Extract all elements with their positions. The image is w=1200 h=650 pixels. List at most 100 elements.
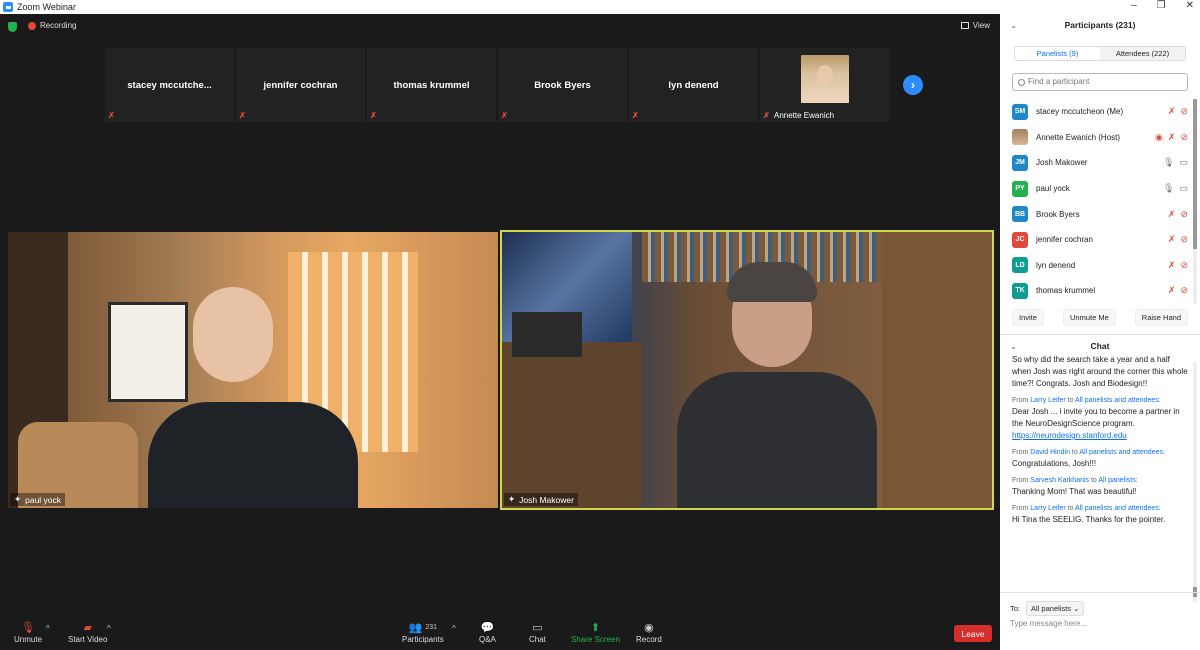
participant-row[interactable]: JC jennifer cochran ✗ ⊘: [1012, 227, 1188, 253]
participants-scrollbar[interactable]: [1193, 99, 1197, 304]
next-page-button[interactable]: ›: [903, 75, 923, 95]
wood-cabinet: [882, 232, 992, 508]
participants-count: 231: [425, 623, 438, 631]
chat-message-input[interactable]: Type message here...: [1010, 619, 1087, 628]
chat-button[interactable]: ▭ Chat: [529, 621, 546, 645]
gallery-tile[interactable]: stacey mccutche... ✗: [105, 48, 234, 122]
gallery-tile[interactable]: jennifer cochran ✗: [236, 48, 365, 122]
unmute-options-caret[interactable]: ^: [46, 624, 50, 633]
video-off-icon: ⊘: [1180, 285, 1188, 296]
grid-view-icon: [960, 22, 969, 29]
mic-muted-icon: ✗: [632, 111, 639, 120]
video-options-caret[interactable]: ^: [107, 624, 111, 633]
person-body: [148, 402, 358, 508]
avatar: [1012, 129, 1028, 146]
chat-recipient: All panelists and attendees:: [1075, 397, 1161, 404]
qa-button[interactable]: 💬 Q&A: [479, 621, 496, 645]
gallery-tile-name: thomas krummel: [393, 79, 470, 91]
gallery-strip: stacey mccutche... ✗ jennifer cochran ✗ …: [105, 48, 889, 122]
tab-panelists[interactable]: Panelists (9): [1015, 47, 1100, 60]
gallery-tile[interactable]: ✗ Annette Ewanich: [760, 48, 889, 122]
leave-button[interactable]: Leave: [954, 625, 992, 642]
qa-icon: 💬: [480, 621, 495, 634]
mic-muted-icon: ✗: [1167, 131, 1176, 142]
maximize-icon[interactable]: ❐: [1157, 0, 1166, 11]
participant-name: Josh Makower: [1036, 158, 1088, 168]
participants-button[interactable]: 👥 231 Participants: [402, 621, 444, 645]
video-off-icon: ⊘: [1180, 131, 1188, 142]
chat-message: From Larry Leifer to All panelists and a…: [1012, 396, 1190, 442]
participant-row[interactable]: LD lyn denend ✗ ⊘: [1012, 253, 1188, 279]
participant-row[interactable]: SM stacey mccutcheon (Me) ✗ ⊘: [1012, 99, 1188, 125]
participant-row[interactable]: Annette Ewanich (Host) ◉ ✗ ⊘: [1012, 125, 1188, 151]
mic-on-icon: 🎙: [1163, 157, 1175, 168]
video-off-icon: ⊘: [1180, 234, 1188, 245]
gallery-tile-name: jennifer cochran: [263, 79, 338, 91]
unmute-me-button[interactable]: Unmute Me: [1062, 309, 1116, 326]
gallery-tile[interactable]: lyn denend ✗: [629, 48, 758, 122]
security-shield-icon[interactable]: [8, 22, 17, 32]
minimize-icon[interactable]: –: [1131, 0, 1137, 11]
participants-label: Participants: [402, 635, 444, 644]
chat-link[interactable]: https://neurodesign.stanford.edu: [1012, 430, 1190, 442]
mic-muted-icon: ✗: [1167, 106, 1176, 117]
to-label: To:: [1010, 604, 1021, 613]
video-feed-2-active-speaker[interactable]: ✦ Josh Makower: [500, 230, 994, 510]
recording-icon: ◉: [1155, 131, 1163, 142]
pin-icon: ✦: [508, 494, 516, 504]
share-screen-icon: ⬆: [590, 621, 601, 634]
view-button[interactable]: View: [960, 21, 990, 30]
share-screen-button[interactable]: ⬆ Share Screen: [571, 621, 620, 645]
participants-options-caret[interactable]: ^: [452, 624, 456, 633]
zoom-logo-icon: [3, 2, 13, 12]
record-label: Record: [636, 635, 662, 644]
video-feed-1[interactable]: ✦ paul yock: [8, 232, 498, 508]
close-icon[interactable]: ✕: [1186, 0, 1194, 11]
chat-scrollbar[interactable]: [1193, 362, 1197, 602]
raise-hand-button[interactable]: Raise Hand: [1134, 309, 1188, 326]
participant-row[interactable]: JM Josh Makower 🎙 ▭: [1012, 150, 1188, 176]
chat-message-meta: From Larry Leifer to All panelists and a…: [1012, 397, 1161, 404]
start-video-button[interactable]: ▰ Start Video: [68, 621, 108, 645]
window-controls: – ❐ ✕: [1131, 0, 1194, 11]
participant-row[interactable]: BB Brook Byers ✗ ⊘: [1012, 201, 1188, 227]
mic-muted-icon: ✗: [239, 111, 246, 120]
recording-indicator: Recording: [28, 21, 76, 30]
person-body: [677, 372, 877, 508]
video-stage: Recording View stacey mccutche... ✗ jenn…: [0, 14, 1000, 650]
participants-tabs: Panelists (9) Attendees (222): [1014, 46, 1186, 61]
gallery-tile-name: stacey mccutche...: [127, 79, 212, 91]
video-off-icon: ⊘: [1180, 259, 1188, 270]
chat-icon: ▭: [532, 621, 543, 634]
record-button[interactable]: ◉ Record: [636, 621, 662, 645]
tab-attendees[interactable]: Attendees (222): [1100, 47, 1185, 60]
collapse-chevron-icon[interactable]: ⌄: [1010, 341, 1017, 352]
participant-name: paul yock: [1036, 184, 1070, 194]
participant-search-input[interactable]: Find a participant: [1012, 73, 1188, 91]
chat-label: Chat: [529, 635, 546, 644]
participant-row[interactable]: PY paul yock 🎙 ▭: [1012, 176, 1188, 202]
collapse-chevron-icon[interactable]: ⌄: [1010, 20, 1017, 31]
window-title: Zoom Webinar: [17, 2, 76, 12]
gallery-tile[interactable]: thomas krummel ✗: [367, 48, 496, 122]
participant-row[interactable]: TK thomas krummel ✗ ⊘: [1012, 278, 1188, 304]
chat-sender: Sarvesh Karkhanis: [1030, 477, 1090, 484]
side-panel: ⌄ Participants (231) Panelists (9) Atten…: [1000, 14, 1200, 650]
pin-icon: ✦: [14, 494, 22, 504]
mic-muted-icon: ✗: [763, 111, 770, 120]
recipient-select[interactable]: All panelists ⌄: [1026, 601, 1085, 616]
start-video-label: Start Video: [68, 635, 108, 644]
gallery-tile[interactable]: Brook Byers ✗: [498, 48, 627, 122]
zoom-window: Zoom Webinar – ❐ ✕ Recording View stacey…: [0, 0, 1200, 650]
panel-divider: [1000, 592, 1200, 593]
chat-recipient: All panelists:: [1098, 477, 1138, 484]
gallery-tile-name: lyn denend: [668, 79, 719, 91]
video-name-label: ✦ Josh Makower: [504, 493, 578, 506]
invite-button[interactable]: Invite: [1012, 309, 1044, 326]
chat-header: ⌄ Chat: [1000, 341, 1200, 351]
desk-cabinet: [502, 342, 642, 508]
mic-muted-icon: ✗: [370, 111, 377, 120]
person-head: [193, 287, 273, 382]
unmute-button[interactable]: 🎙 Unmute: [14, 621, 42, 645]
participant-list: SM stacey mccutcheon (Me) ✗ ⊘ Annette Ewa…: [1012, 99, 1188, 304]
